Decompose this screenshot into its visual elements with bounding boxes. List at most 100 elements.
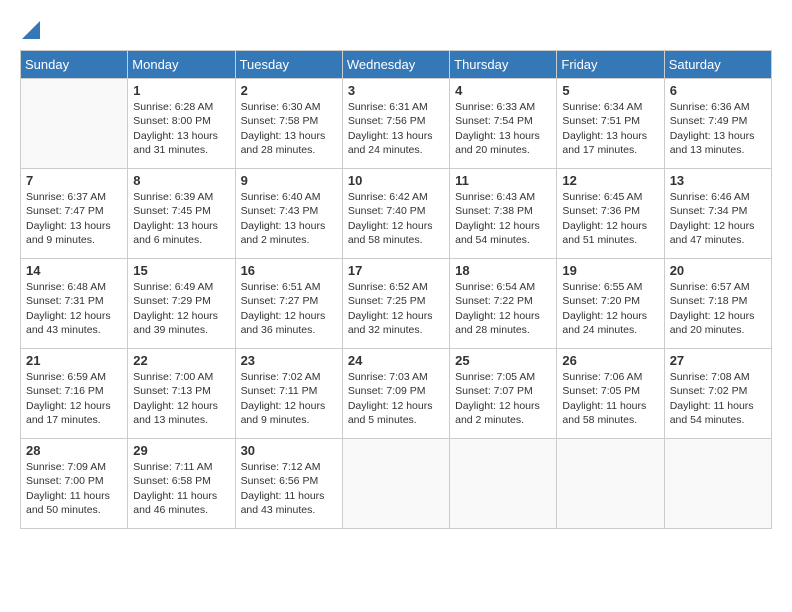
day-number: 8	[133, 173, 229, 188]
cell-1-6: 5 Sunrise: 6:34 AMSunset: 7:51 PMDaylight…	[557, 79, 664, 169]
cell-3-1: 14 Sunrise: 6:48 AMSunset: 7:31 PMDayligh…	[21, 259, 128, 349]
cell-info: Sunrise: 6:48 AMSunset: 7:31 PMDaylight:…	[26, 280, 122, 337]
day-number: 22	[133, 353, 229, 368]
day-number: 24	[348, 353, 444, 368]
col-header-sunday: Sunday	[21, 51, 128, 79]
cell-info: Sunrise: 6:45 AMSunset: 7:36 PMDaylight:…	[562, 190, 658, 247]
cell-5-7	[664, 439, 771, 529]
cell-info: Sunrise: 7:03 AMSunset: 7:09 PMDaylight:…	[348, 370, 444, 427]
cell-info: Sunrise: 6:40 AMSunset: 7:43 PMDaylight:…	[241, 190, 337, 247]
cell-1-7: 6 Sunrise: 6:36 AMSunset: 7:49 PMDaylight…	[664, 79, 771, 169]
week-row-5: 28Sunrise: 7:09 AMSunset: 7:00 PMDayligh…	[21, 439, 772, 529]
logo	[20, 20, 40, 44]
cell-2-7: 13Sunrise: 6:46 AMSunset: 7:34 PMDayligh…	[664, 169, 771, 259]
day-number: 29	[133, 443, 229, 458]
cell-2-1: 7Sunrise: 6:37 AMSunset: 7:47 PMDaylight…	[21, 169, 128, 259]
day-number: 13	[670, 173, 766, 188]
cell-2-5: 11 Sunrise: 6:43 AMSunset: 7:38 PMDayligh…	[450, 169, 557, 259]
cell-info: Sunrise: 6:36 AMSunset: 7:49 PMDaylight:…	[670, 100, 766, 157]
col-header-saturday: Saturday	[664, 51, 771, 79]
day-number: 16	[241, 263, 337, 278]
cell-info: Sunrise: 6:59 AMSunset: 7:16 PMDaylight:…	[26, 370, 122, 427]
cell-info: Sunrise: 6:42 AMSunset: 7:40 PMDaylight:…	[348, 190, 444, 247]
col-header-tuesday: Tuesday	[235, 51, 342, 79]
cell-3-3: 16 Sunrise: 6:51 AMSunset: 7:27 PMDayligh…	[235, 259, 342, 349]
cell-2-3: 9 Sunrise: 6:40 AMSunset: 7:43 PMDaylight…	[235, 169, 342, 259]
day-number: 1	[133, 83, 229, 98]
calendar-table: SundayMondayTuesdayWednesdayThursdayFrid…	[20, 50, 772, 529]
cell-2-2: 8 Sunrise: 6:39 AMSunset: 7:45 PMDaylight…	[128, 169, 235, 259]
cell-4-7: 27 Sunrise: 7:08 AMSunset: 7:02 PMDayligh…	[664, 349, 771, 439]
day-number: 27	[670, 353, 766, 368]
cell-4-5: 25 Sunrise: 7:05 AMSunset: 7:07 PMDayligh…	[450, 349, 557, 439]
cell-4-3: 23Sunrise: 7:02 AMSunset: 7:11 PMDayligh…	[235, 349, 342, 439]
cell-info: Sunrise: 6:57 AMSunset: 7:18 PMDaylight:…	[670, 280, 766, 337]
week-row-4: 21 Sunrise: 6:59 AMSunset: 7:16 PMDayligh…	[21, 349, 772, 439]
cell-info: Sunrise: 6:52 AMSunset: 7:25 PMDaylight:…	[348, 280, 444, 337]
cell-info: Sunrise: 6:34 AMSunset: 7:51 PMDaylight:…	[562, 100, 658, 157]
day-number: 26	[562, 353, 658, 368]
cell-3-4: 17 Sunrise: 6:52 AMSunset: 7:25 PMDayligh…	[342, 259, 449, 349]
day-number: 25	[455, 353, 551, 368]
cell-5-2: 29 Sunrise: 7:11 AMSunset: 6:58 PMDayligh…	[128, 439, 235, 529]
cell-5-5	[450, 439, 557, 529]
cell-info: Sunrise: 6:54 AMSunset: 7:22 PMDaylight:…	[455, 280, 551, 337]
week-row-2: 7Sunrise: 6:37 AMSunset: 7:47 PMDaylight…	[21, 169, 772, 259]
cell-info: Sunrise: 7:12 AMSunset: 6:56 PMDaylight:…	[241, 460, 337, 517]
cell-info: Sunrise: 6:55 AMSunset: 7:20 PMDaylight:…	[562, 280, 658, 337]
cell-2-4: 10 Sunrise: 6:42 AMSunset: 7:40 PMDayligh…	[342, 169, 449, 259]
day-number: 17	[348, 263, 444, 278]
day-number: 10	[348, 173, 444, 188]
cell-info: Sunrise: 6:51 AMSunset: 7:27 PMDaylight:…	[241, 280, 337, 337]
day-number: 15	[133, 263, 229, 278]
cell-info: Sunrise: 6:30 AMSunset: 7:58 PMDaylight:…	[241, 100, 337, 157]
day-number: 6	[670, 83, 766, 98]
day-number: 5	[562, 83, 658, 98]
cell-3-6: 19Sunrise: 6:55 AMSunset: 7:20 PMDayligh…	[557, 259, 664, 349]
logo-icon	[22, 21, 40, 39]
page-container: SundayMondayTuesdayWednesdayThursdayFrid…	[0, 0, 792, 545]
day-number: 4	[455, 83, 551, 98]
cell-info: Sunrise: 6:33 AMSunset: 7:54 PMDaylight:…	[455, 100, 551, 157]
cell-info: Sunrise: 7:09 AMSunset: 7:00 PMDaylight:…	[26, 460, 122, 517]
day-number: 12	[562, 173, 658, 188]
cell-info: Sunrise: 6:39 AMSunset: 7:45 PMDaylight:…	[133, 190, 229, 247]
cell-4-6: 26 Sunrise: 7:06 AMSunset: 7:05 PMDayligh…	[557, 349, 664, 439]
cell-1-5: 4 Sunrise: 6:33 AMSunset: 7:54 PMDaylight…	[450, 79, 557, 169]
cell-4-2: 22 Sunrise: 7:00 AMSunset: 7:13 PMDayligh…	[128, 349, 235, 439]
cell-info: Sunrise: 7:06 AMSunset: 7:05 PMDaylight:…	[562, 370, 658, 427]
cell-1-2: 1 Sunrise: 6:28 AMSunset: 8:00 PMDaylight…	[128, 79, 235, 169]
cell-info: Sunrise: 7:00 AMSunset: 7:13 PMDaylight:…	[133, 370, 229, 427]
cell-info: Sunrise: 6:28 AMSunset: 8:00 PMDaylight:…	[133, 100, 229, 157]
cell-4-1: 21 Sunrise: 6:59 AMSunset: 7:16 PMDayligh…	[21, 349, 128, 439]
cell-2-6: 12 Sunrise: 6:45 AMSunset: 7:36 PMDayligh…	[557, 169, 664, 259]
cell-5-6	[557, 439, 664, 529]
day-number: 2	[241, 83, 337, 98]
day-number: 18	[455, 263, 551, 278]
col-header-thursday: Thursday	[450, 51, 557, 79]
col-header-monday: Monday	[128, 51, 235, 79]
cell-1-4: 3 Sunrise: 6:31 AMSunset: 7:56 PMDaylight…	[342, 79, 449, 169]
cell-info: Sunrise: 7:11 AMSunset: 6:58 PMDaylight:…	[133, 460, 229, 517]
cell-4-4: 24 Sunrise: 7:03 AMSunset: 7:09 PMDayligh…	[342, 349, 449, 439]
header-row: SundayMondayTuesdayWednesdayThursdayFrid…	[21, 51, 772, 79]
day-number: 11	[455, 173, 551, 188]
day-number: 9	[241, 173, 337, 188]
cell-info: Sunrise: 6:49 AMSunset: 7:29 PMDaylight:…	[133, 280, 229, 337]
cell-1-3: 2 Sunrise: 6:30 AMSunset: 7:58 PMDaylight…	[235, 79, 342, 169]
week-row-3: 14 Sunrise: 6:48 AMSunset: 7:31 PMDayligh…	[21, 259, 772, 349]
day-number: 3	[348, 83, 444, 98]
cell-3-5: 18 Sunrise: 6:54 AMSunset: 7:22 PMDayligh…	[450, 259, 557, 349]
cell-info: Sunrise: 7:05 AMSunset: 7:07 PMDaylight:…	[455, 370, 551, 427]
cell-1-1	[21, 79, 128, 169]
cell-info: Sunrise: 7:08 AMSunset: 7:02 PMDaylight:…	[670, 370, 766, 427]
cell-info: Sunrise: 7:02 AMSunset: 7:11 PMDaylight:…	[241, 370, 337, 427]
day-number: 20	[670, 263, 766, 278]
cell-3-2: 15 Sunrise: 6:49 AMSunset: 7:29 PMDayligh…	[128, 259, 235, 349]
day-number: 14	[26, 263, 122, 278]
cell-5-3: 30Sunrise: 7:12 AMSunset: 6:56 PMDayligh…	[235, 439, 342, 529]
cell-info: Sunrise: 6:43 AMSunset: 7:38 PMDaylight:…	[455, 190, 551, 247]
day-number: 21	[26, 353, 122, 368]
cell-info: Sunrise: 6:31 AMSunset: 7:56 PMDaylight:…	[348, 100, 444, 157]
cell-info: Sunrise: 6:37 AMSunset: 7:47 PMDaylight:…	[26, 190, 122, 247]
